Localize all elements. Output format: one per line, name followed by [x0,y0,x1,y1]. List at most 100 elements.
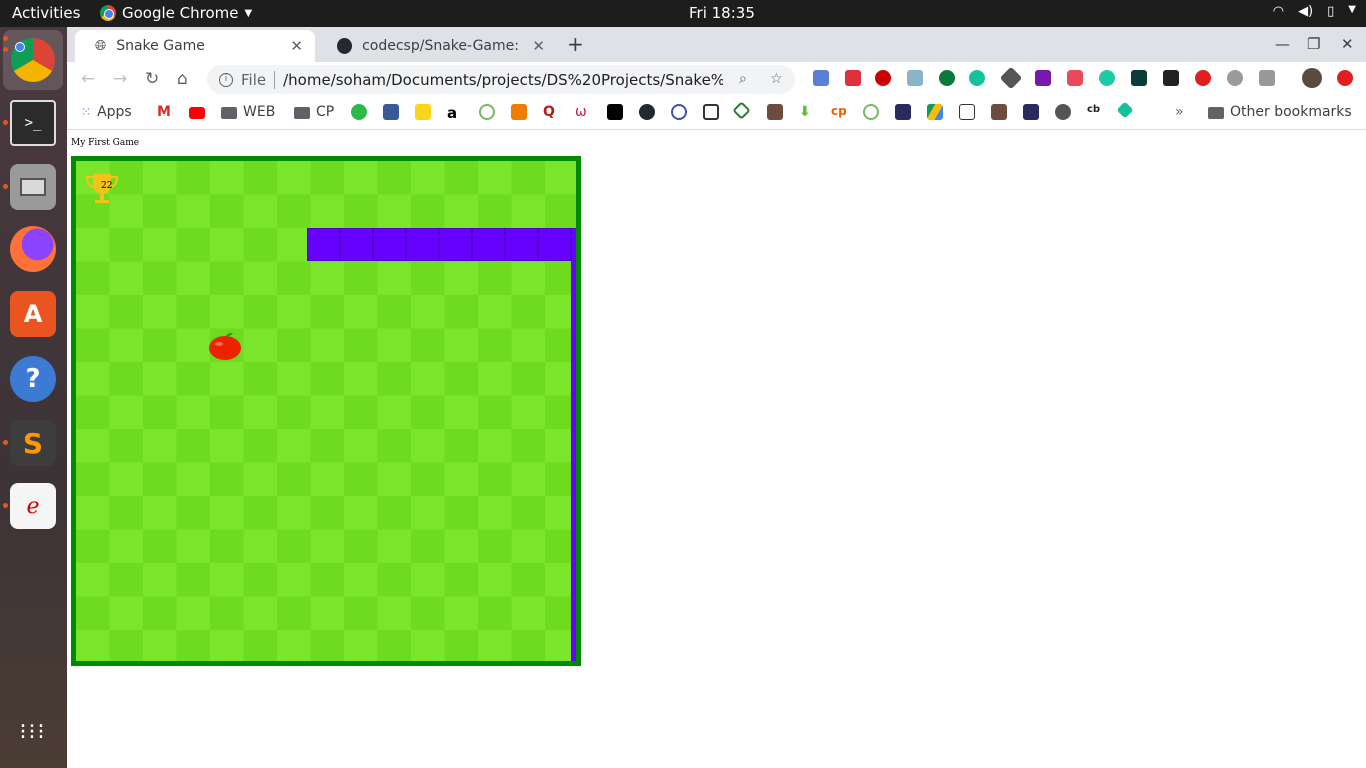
bookmark-icon[interactable]: cb [1087,104,1103,120]
flipkart-icon[interactable] [415,104,431,120]
update-icon[interactable] [1337,70,1353,86]
extension-icon[interactable] [999,66,1023,90]
tab-snake-game[interactable]: 🌐︎ Snake Game ✕ [75,30,315,62]
forward-button[interactable]: → [113,69,127,89]
restore-button[interactable]: ❐ [1307,35,1320,53]
dock-help[interactable]: ? [10,356,56,402]
extension-icon[interactable] [1131,70,1147,86]
bookmark-folder-cp[interactable]: CP [294,104,334,120]
show-applications-button[interactable]: ⁝⁝⁝ [10,710,56,756]
bookmark-icon[interactable] [863,104,879,120]
system-tray[interactable]: ◠ ◀) ▯ ▼ [1273,4,1356,19]
bookmark-icon[interactable] [959,104,975,120]
url-text[interactable]: /home/soham/Documents/projects/DS%20Proj… [283,71,723,89]
github-icon[interactable] [639,104,655,120]
profile-avatar[interactable] [1302,68,1322,88]
download-icon[interactable]: ⬇ [799,104,815,120]
running-indicator [3,120,8,125]
close-window-button[interactable]: ✕ [1341,35,1354,53]
page-content: My First Game 22 [67,131,1366,768]
clock[interactable]: Fri 18:35 [689,4,755,22]
gmail-icon[interactable]: M [157,104,173,120]
extension-icon[interactable] [1195,70,1211,86]
snake-segment [472,228,505,261]
chevron-down-icon: ▼ [244,7,253,19]
snake-segment [538,228,571,261]
extension-icon[interactable] [875,70,891,86]
system-top-bar: Activities Google Chrome ▼ Fri 18:35 ◠ ◀… [0,0,1366,27]
running-indicator [3,47,8,52]
snake-segment [406,228,439,261]
extension-icon[interactable] [1227,70,1243,86]
extension-icon[interactable] [813,70,829,86]
bookmark-icon[interactable] [1055,104,1071,120]
wifi-icon: ◠ [1272,4,1285,19]
extension-icon[interactable] [969,70,985,86]
extension-icon[interactable] [907,70,923,86]
tab-github[interactable]: codecsp/Snake-Game: Thi ✕ [317,30,557,62]
bookmark-folder-web[interactable]: WEB [221,104,275,120]
extension-icon[interactable] [939,70,955,86]
bookmark-icon[interactable] [703,104,719,120]
dock-software[interactable]: A [10,291,56,337]
dock-firefox[interactable] [10,226,56,272]
back-button[interactable]: ← [81,69,95,89]
app-menu-label: Google Chrome [122,4,239,22]
game-board[interactable]: 22 [76,161,576,661]
app-menu[interactable]: Google Chrome ▼ [100,4,252,22]
quora-icon[interactable]: Q [543,104,559,120]
reload-button[interactable]: ↻ [145,69,159,89]
folder-icon [294,107,310,119]
minimize-button[interactable]: — [1275,35,1290,53]
extension-icon[interactable] [1099,70,1115,86]
page-title: My First Game [71,138,140,148]
close-tab-icon[interactable]: ✕ [290,37,303,55]
home-button[interactable]: ⌂ [177,69,188,89]
bookmark-apps[interactable]: ⁙ Apps [81,104,132,120]
bookmark-icon[interactable] [511,104,527,120]
zoom-icon[interactable]: ⌕ [739,71,747,87]
amazon-icon[interactable]: a [447,104,463,122]
terminal-icon: >_ [24,115,42,131]
extension-icon[interactable] [1035,70,1051,86]
github-icon [337,38,353,54]
info-icon[interactable]: i [219,72,233,87]
dock-terminal[interactable]: >_ [10,100,56,146]
volume-icon: ◀) [1298,4,1314,19]
bookmark-star-icon[interactable]: ☆ [770,71,783,87]
more-bookmarks-button[interactable]: » [1175,104,1184,120]
bookmark-icon[interactable] [351,104,367,120]
document-viewer-icon: ℯ [26,493,40,519]
bookmark-icon[interactable]: ω [575,104,591,120]
snake-segment [505,228,538,261]
new-tab-button[interactable]: + [567,32,584,56]
bookmark-icon[interactable] [991,104,1007,120]
bookmark-icon[interactable]: cp [831,104,847,120]
dock-sublime[interactable]: S [10,420,56,466]
extension-icon[interactable] [845,70,861,86]
dock-files[interactable] [10,164,56,210]
bookmark-icon[interactable] [1116,101,1134,119]
tab-title: Snake Game [116,38,205,54]
apps-grid-icon: ⁙ [81,105,92,119]
close-tab-icon[interactable]: ✕ [532,37,545,55]
dock-chrome[interactable] [3,30,63,90]
bookmark-icon[interactable] [732,101,751,120]
scheme-label: File [241,70,276,89]
activities-button[interactable]: Activities [12,4,80,22]
bookmark-folder-other[interactable]: Other bookmarks [1208,104,1352,120]
extension-icon[interactable] [1067,70,1083,86]
bookmark-icon[interactable] [671,104,687,120]
youtube-icon[interactable] [189,107,205,119]
dock-document-viewer[interactable]: ℯ [10,483,56,529]
facebook-icon[interactable] [383,104,399,120]
bookmark-icon[interactable] [767,104,783,120]
drive-icon[interactable] [927,104,943,120]
address-bar[interactable]: i File /home/soham/Documents/projects/DS… [207,65,795,94]
bookmark-icon[interactable] [607,104,623,120]
extension-icon[interactable] [1259,70,1275,86]
hackerearth-icon[interactable] [895,104,911,120]
bookmark-icon[interactable] [479,104,495,120]
bookmark-icon[interactable] [1023,104,1039,120]
extension-icon[interactable] [1163,70,1179,86]
